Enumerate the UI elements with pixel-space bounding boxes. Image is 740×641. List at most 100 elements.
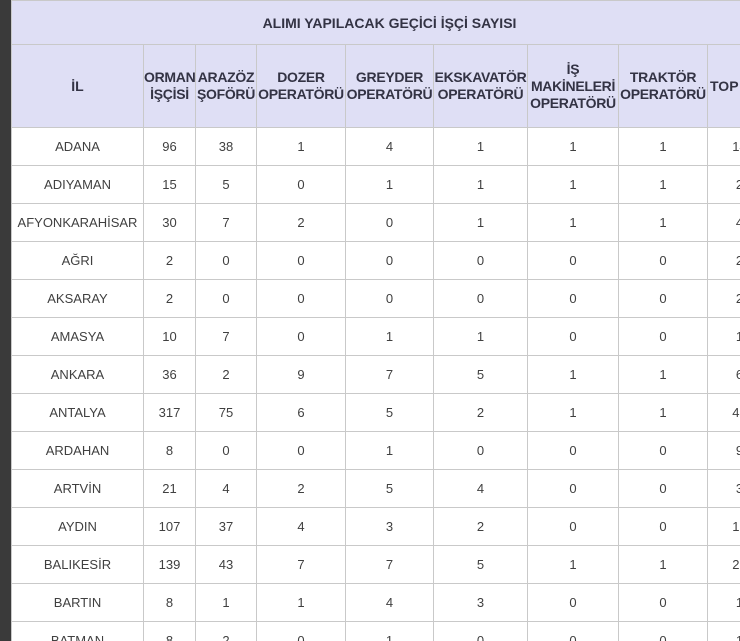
cell-il: ARDAHAN	[11, 431, 144, 470]
table-row: ARTVİN214254003	[11, 469, 740, 508]
header-orman-line2: İŞÇİSİ	[150, 86, 189, 102]
header-traktor-line1: TRAKTÖR	[629, 69, 697, 85]
cell-orman: 2	[143, 279, 196, 318]
cell-greyder: 1	[345, 431, 434, 470]
cell-traktor: 0	[618, 317, 708, 356]
header-ekskavator-line1: EKSKAVATÖR	[434, 69, 527, 85]
cell-toplam: 20	[707, 545, 740, 584]
cell-ekskavator: 2	[433, 393, 528, 432]
cell-arazoz: 75	[195, 393, 257, 432]
cell-is-makineleri: 1	[527, 165, 619, 204]
cell-traktor: 1	[618, 203, 708, 242]
header-greyder-operatoru: GREYDER OPERATÖRÜ	[345, 44, 434, 128]
cell-is-makineleri: 0	[527, 621, 619, 641]
cell-orman: 139	[143, 545, 196, 584]
cell-toplam: 15	[707, 507, 740, 546]
cell-toplam: 2	[707, 165, 740, 204]
cell-greyder: 3	[345, 507, 434, 546]
header-traktor-line2: OPERATÖRÜ	[620, 86, 706, 102]
cell-greyder: 5	[345, 469, 434, 508]
cell-greyder: 7	[345, 355, 434, 394]
cell-arazoz: 1	[195, 583, 257, 622]
cell-ekskavator: 3	[433, 583, 528, 622]
cell-il: BALIKESİR	[11, 545, 144, 584]
header-orman-iscisi: ORMAN İŞÇİSİ	[143, 44, 196, 128]
cell-arazoz: 7	[195, 203, 257, 242]
cell-ekskavator: 5	[433, 355, 528, 394]
cell-greyder: 0	[345, 241, 434, 280]
header-il-label: İL	[71, 77, 84, 94]
cell-arazoz: 38	[195, 127, 257, 166]
worker-count-table: ALIMI YAPILACAK GEÇİCİ İŞÇİ SAYISI İL OR…	[11, 0, 740, 641]
cell-greyder: 0	[345, 203, 434, 242]
cell-orman: 107	[143, 507, 196, 546]
cell-dozer: 2	[256, 203, 346, 242]
cell-toplam: 4	[707, 203, 740, 242]
table-body: ADANA96381411114ADIYAMAN155011112AFYONKA…	[11, 127, 740, 641]
cell-greyder: 7	[345, 545, 434, 584]
cell-il: ARTVİN	[11, 469, 144, 508]
cell-is-makineleri: 1	[527, 355, 619, 394]
cell-greyder: 4	[345, 127, 434, 166]
cell-dozer: 0	[256, 317, 346, 356]
header-arazoz-line2: ŞOFÖRÜ	[196, 86, 256, 102]
header-is-line1: İŞ	[566, 60, 580, 77]
header-arazoz-soforu: ARAZÖZ ŞOFÖRÜ	[195, 44, 257, 128]
header-ekskavator-operatoru: EKSKAVATÖR OPERATÖRÜ	[433, 44, 528, 128]
table-row: AFYONKARAHİSAR307201114	[11, 203, 740, 242]
cell-ekskavator: 4	[433, 469, 528, 508]
cell-traktor: 1	[618, 165, 708, 204]
cell-arazoz: 37	[195, 507, 257, 546]
left-frame-border	[0, 0, 11, 641]
cell-greyder: 1	[345, 621, 434, 641]
header-is-line2: MAKİNELERİ	[530, 77, 616, 94]
page-viewport: ALIMI YAPILACAK GEÇİCİ İŞÇİ SAYISI İL OR…	[0, 0, 740, 641]
cell-is-makineleri: 0	[527, 279, 619, 318]
cell-toplam: 6	[707, 355, 740, 394]
table-row: BARTIN81143001	[11, 583, 740, 622]
cell-orman: 8	[143, 583, 196, 622]
cell-greyder: 5	[345, 393, 434, 432]
cell-dozer: 0	[256, 621, 346, 641]
cell-il: ANTALYA	[11, 393, 144, 432]
cell-orman: 2	[143, 241, 196, 280]
cell-il: ADANA	[11, 127, 144, 166]
cell-orman: 21	[143, 469, 196, 508]
cell-toplam: 2	[707, 241, 740, 280]
table-title-text: ALIMI YAPILACAK GEÇİCİ İŞÇİ SAYISI	[262, 14, 517, 31]
cell-arazoz: 5	[195, 165, 257, 204]
cell-ekskavator: 0	[433, 241, 528, 280]
cell-orman: 317	[143, 393, 196, 432]
cell-ekskavator: 5	[433, 545, 528, 584]
cell-ekskavator: 0	[433, 279, 528, 318]
cell-traktor: 0	[618, 431, 708, 470]
cell-orman: 15	[143, 165, 196, 204]
header-toplam: TOP	[707, 44, 740, 128]
cell-il: AFYONKARAHİSAR	[11, 203, 144, 242]
header-is-makineleri-operatoru: İŞ MAKİNELERİ OPERATÖRÜ	[527, 44, 619, 128]
cell-dozer: 2	[256, 469, 346, 508]
table-header-row: İL ORMAN İŞÇİSİ ARAZÖZ ŞOFÖRÜ DOZER OPER…	[11, 44, 740, 128]
cell-is-makineleri: 0	[527, 241, 619, 280]
cell-is-makineleri: 0	[527, 507, 619, 546]
cell-traktor: 1	[618, 393, 708, 432]
cell-is-makineleri: 0	[527, 431, 619, 470]
cell-toplam: 9	[707, 431, 740, 470]
table-row: BATMAN82010001	[11, 621, 740, 641]
cell-greyder: 1	[345, 317, 434, 356]
cell-arazoz: 2	[195, 355, 257, 394]
cell-traktor: 1	[618, 545, 708, 584]
header-traktor-operatoru: TRAKTÖR OPERATÖRÜ	[618, 44, 708, 128]
header-arazoz-line1: ARAZÖZ	[197, 69, 255, 85]
cell-il: BARTIN	[11, 583, 144, 622]
cell-ekskavator: 1	[433, 165, 528, 204]
header-ekskavator-line2: OPERATÖRÜ	[437, 86, 524, 102]
table-row: ANKARA362975116	[11, 355, 740, 394]
header-dozer-line2: OPERATÖRÜ	[258, 86, 344, 102]
cell-toplam: 40	[707, 393, 740, 432]
cell-is-makineleri: 1	[527, 545, 619, 584]
header-dozer-operatoru: DOZER OPERATÖRÜ	[256, 44, 346, 128]
cell-is-makineleri: 0	[527, 469, 619, 508]
cell-orman: 36	[143, 355, 196, 394]
cell-is-makineleri: 0	[527, 583, 619, 622]
